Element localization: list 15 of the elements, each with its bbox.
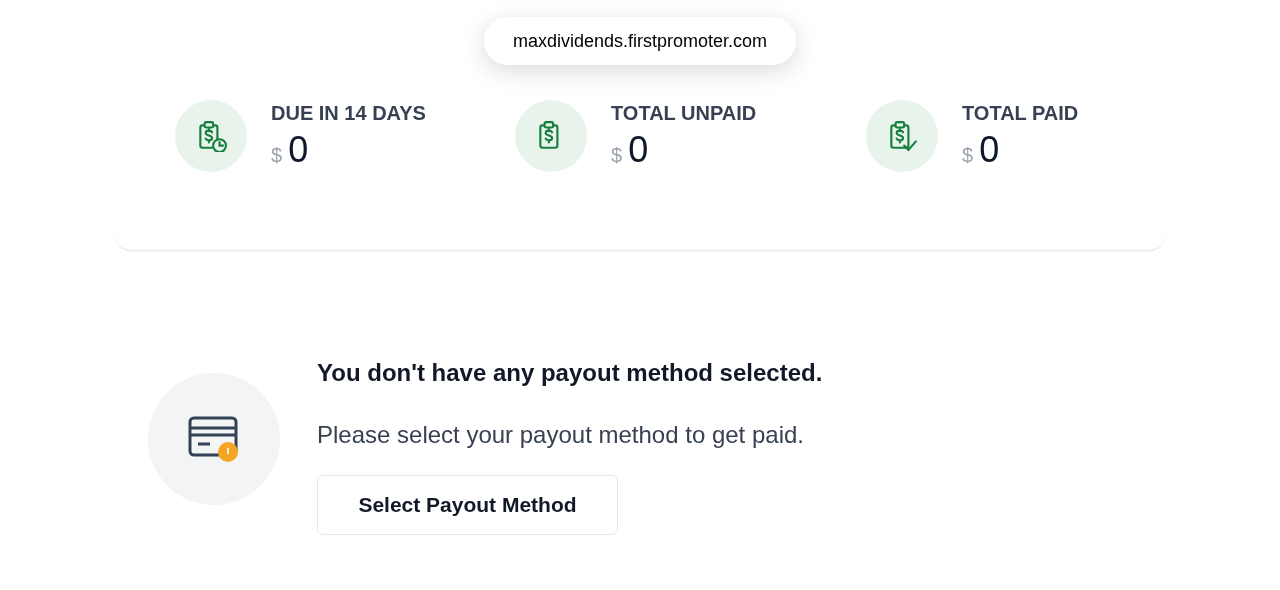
- payout-title: You don't have any payout method selected.: [317, 358, 823, 388]
- currency-symbol: $: [962, 143, 974, 168]
- payout-message: Please select your payout method to get paid.: [317, 420, 805, 450]
- stat-label: DUE IN 14 DAYS: [271, 101, 426, 126]
- select-payout-method-button[interactable]: Select Payout Method: [317, 475, 618, 535]
- address-bar[interactable]: maxdividends.firstpromoter.com: [484, 17, 796, 65]
- stat-label: TOTAL PAID: [962, 101, 1079, 126]
- stat-value: 0: [288, 132, 309, 168]
- stat-value: 0: [979, 132, 1000, 168]
- stat-label: TOTAL UNPAID: [611, 101, 757, 126]
- currency-symbol: $: [611, 143, 623, 168]
- url-text: maxdividends.firstpromoter.com: [512, 29, 768, 53]
- credit-card-icon: [188, 416, 240, 462]
- currency-symbol: $: [271, 143, 283, 168]
- stat-value: 0: [628, 132, 649, 168]
